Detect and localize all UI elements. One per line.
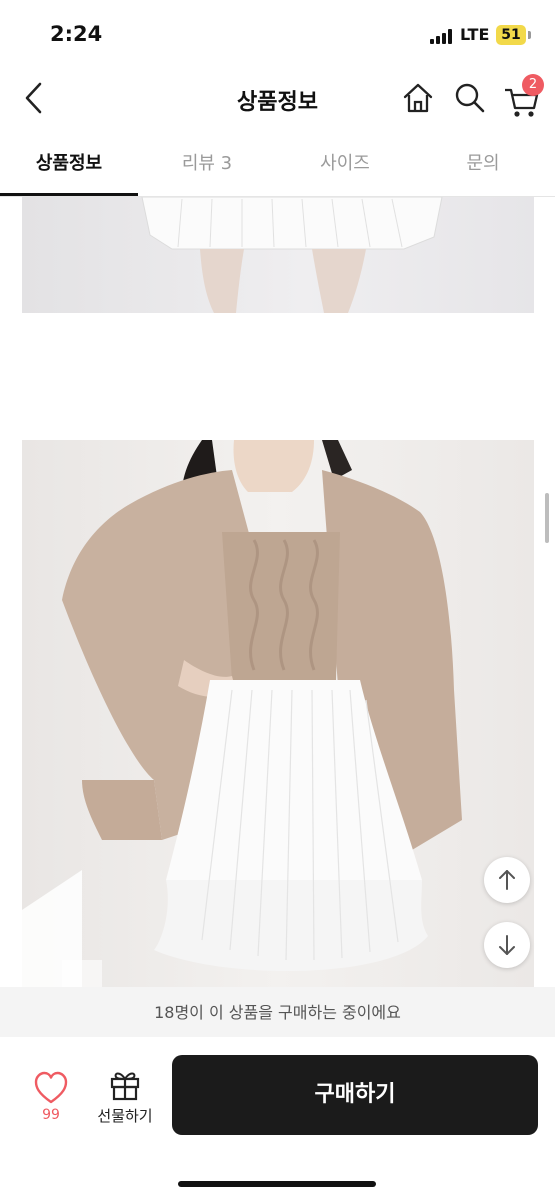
buyers-notice: 18명이 이 상품을 구매하는 중이에요 [0,987,555,1037]
tab-bar: 상품정보 리뷰 3 사이즈 문의 [0,134,555,197]
buy-button[interactable]: 구매하기 [172,1055,538,1135]
scrollbar[interactable] [545,493,549,543]
tab-product-info[interactable]: 상품정보 [0,134,138,194]
status-bar: 2:24 LTE 51 [0,0,555,62]
gift-icon [110,1072,140,1101]
nav-bar: 상품정보 [0,62,555,132]
product-photo [22,197,534,313]
product-photo-drawing [141,197,443,313]
battery-icon: 51 [496,25,526,45]
home-icon [403,83,433,113]
like-button[interactable]: 99 [28,1071,74,1131]
gift-label: 선물하기 [97,1107,153,1125]
home-indicator [178,1181,376,1187]
tab-size[interactable]: 사이즈 [276,134,414,194]
like-count: 99 [42,1107,60,1123]
heart-icon [34,1071,68,1104]
arrow-down-icon [499,935,515,955]
cart-badge: 2 [522,74,544,96]
purchase-bar: 18명이 이 상품을 구매하는 중이에요 99 선물하기 구매하기 [0,987,555,1200]
arrow-up-icon [499,870,515,890]
network-label: LTE [460,25,490,44]
home-button[interactable] [400,80,436,116]
status-time: 2:24 [50,22,103,46]
scroll-down-button[interactable] [484,922,530,968]
search-icon [455,83,485,113]
search-button[interactable] [452,80,488,116]
scroll-up-button[interactable] [484,857,530,903]
product-photo-drawing [22,440,462,987]
tab-active-indicator [0,193,138,196]
product-photo [22,440,534,987]
signal-icon [430,28,456,44]
battery-cap [528,31,531,39]
tab-inquiry[interactable]: 문의 [414,134,552,194]
gift-button[interactable]: 선물하기 [92,1067,158,1127]
tab-reviews[interactable]: 리뷰 3 [138,134,276,194]
product-detail-content[interactable] [0,197,555,987]
